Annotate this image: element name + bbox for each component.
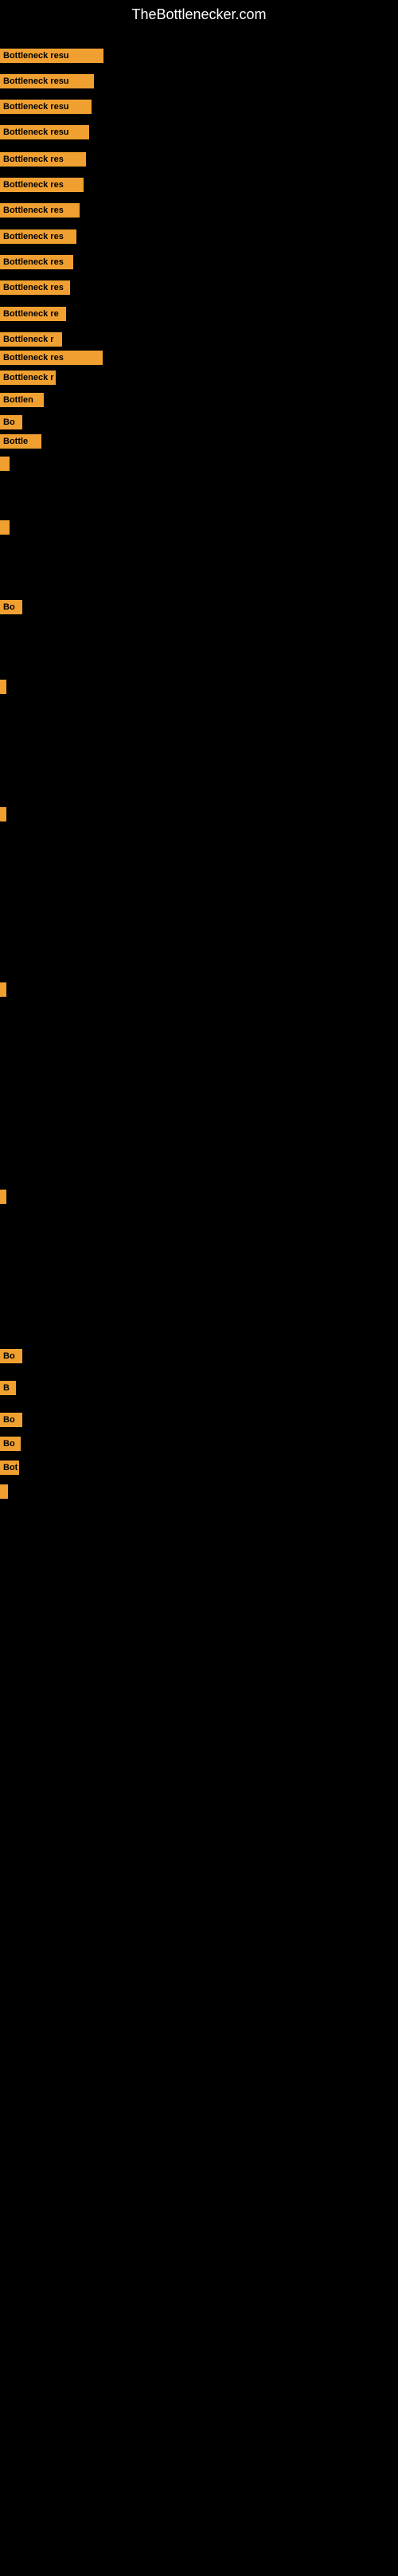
bar-row: Bot [0, 1461, 19, 1475]
bar-label [0, 680, 6, 694]
bar-row: Bottleneck res [0, 351, 103, 365]
bar-label [0, 807, 6, 821]
bar-row: Bo [0, 1413, 22, 1427]
bar-row: Bottlen [0, 393, 44, 407]
bar-row: Bottleneck resu [0, 125, 89, 139]
bar-row: Bo [0, 1349, 22, 1363]
bar-label: B [0, 1381, 16, 1395]
bar-row: Bottleneck resu [0, 49, 103, 63]
bar-label [0, 457, 10, 471]
bar-row: Bo [0, 1437, 21, 1451]
bar-label: Bottleneck res [0, 152, 86, 167]
bar-label: Bottleneck res [0, 229, 76, 244]
bar-row: Bottleneck res [0, 203, 80, 218]
bar-row: B [0, 1381, 16, 1395]
bar-row: Bottle [0, 434, 41, 449]
bar-label: Bo [0, 415, 22, 429]
bar-label: Bottleneck r [0, 371, 56, 385]
bar-label: Bo [0, 1413, 22, 1427]
bar-row: Bottleneck re [0, 307, 66, 321]
bar-label: Bottleneck resu [0, 49, 103, 63]
bar-label [0, 1484, 8, 1499]
bar-label: Bottleneck res [0, 351, 103, 365]
bar-row: Bottleneck r [0, 371, 56, 385]
bar-row: Bottleneck r [0, 332, 62, 347]
bar-row [0, 520, 10, 535]
bar-label [0, 1190, 6, 1204]
bar-row [0, 1190, 6, 1204]
bar-label: Bottleneck r [0, 332, 62, 347]
bar-row: Bottleneck res [0, 229, 76, 244]
bar-row [0, 457, 10, 471]
site-title: TheBottlenecker.com [0, 0, 398, 26]
bar-label: Bottleneck res [0, 255, 73, 269]
bar-label: Bottleneck resu [0, 74, 94, 88]
bar-row: Bottleneck res [0, 178, 84, 192]
bar-label: Bottleneck res [0, 280, 70, 295]
bar-row: Bo [0, 415, 22, 429]
bar-label: Bottleneck res [0, 178, 84, 192]
bar-label: Bottleneck resu [0, 100, 92, 114]
bar-row [0, 982, 6, 997]
bar-label: Bottlen [0, 393, 44, 407]
bar-label: Bo [0, 600, 22, 614]
bar-label [0, 982, 6, 997]
bar-label: Bo [0, 1437, 21, 1451]
bar-label: Bottle [0, 434, 41, 449]
bar-row: Bo [0, 600, 22, 614]
bar-row [0, 680, 6, 694]
bar-label [0, 520, 10, 535]
bar-label: Bot [0, 1461, 19, 1475]
bar-row: Bottleneck resu [0, 100, 92, 114]
bar-row: Bottleneck res [0, 255, 73, 269]
bar-row [0, 1484, 8, 1499]
bar-row: Bottleneck res [0, 152, 86, 167]
bar-label: Bottleneck re [0, 307, 66, 321]
bar-label: Bottleneck res [0, 203, 80, 218]
bar-row: Bottleneck resu [0, 74, 94, 88]
bar-label: Bottleneck resu [0, 125, 89, 139]
bar-label: Bo [0, 1349, 22, 1363]
bar-row [0, 807, 6, 821]
bar-row: Bottleneck res [0, 280, 70, 295]
